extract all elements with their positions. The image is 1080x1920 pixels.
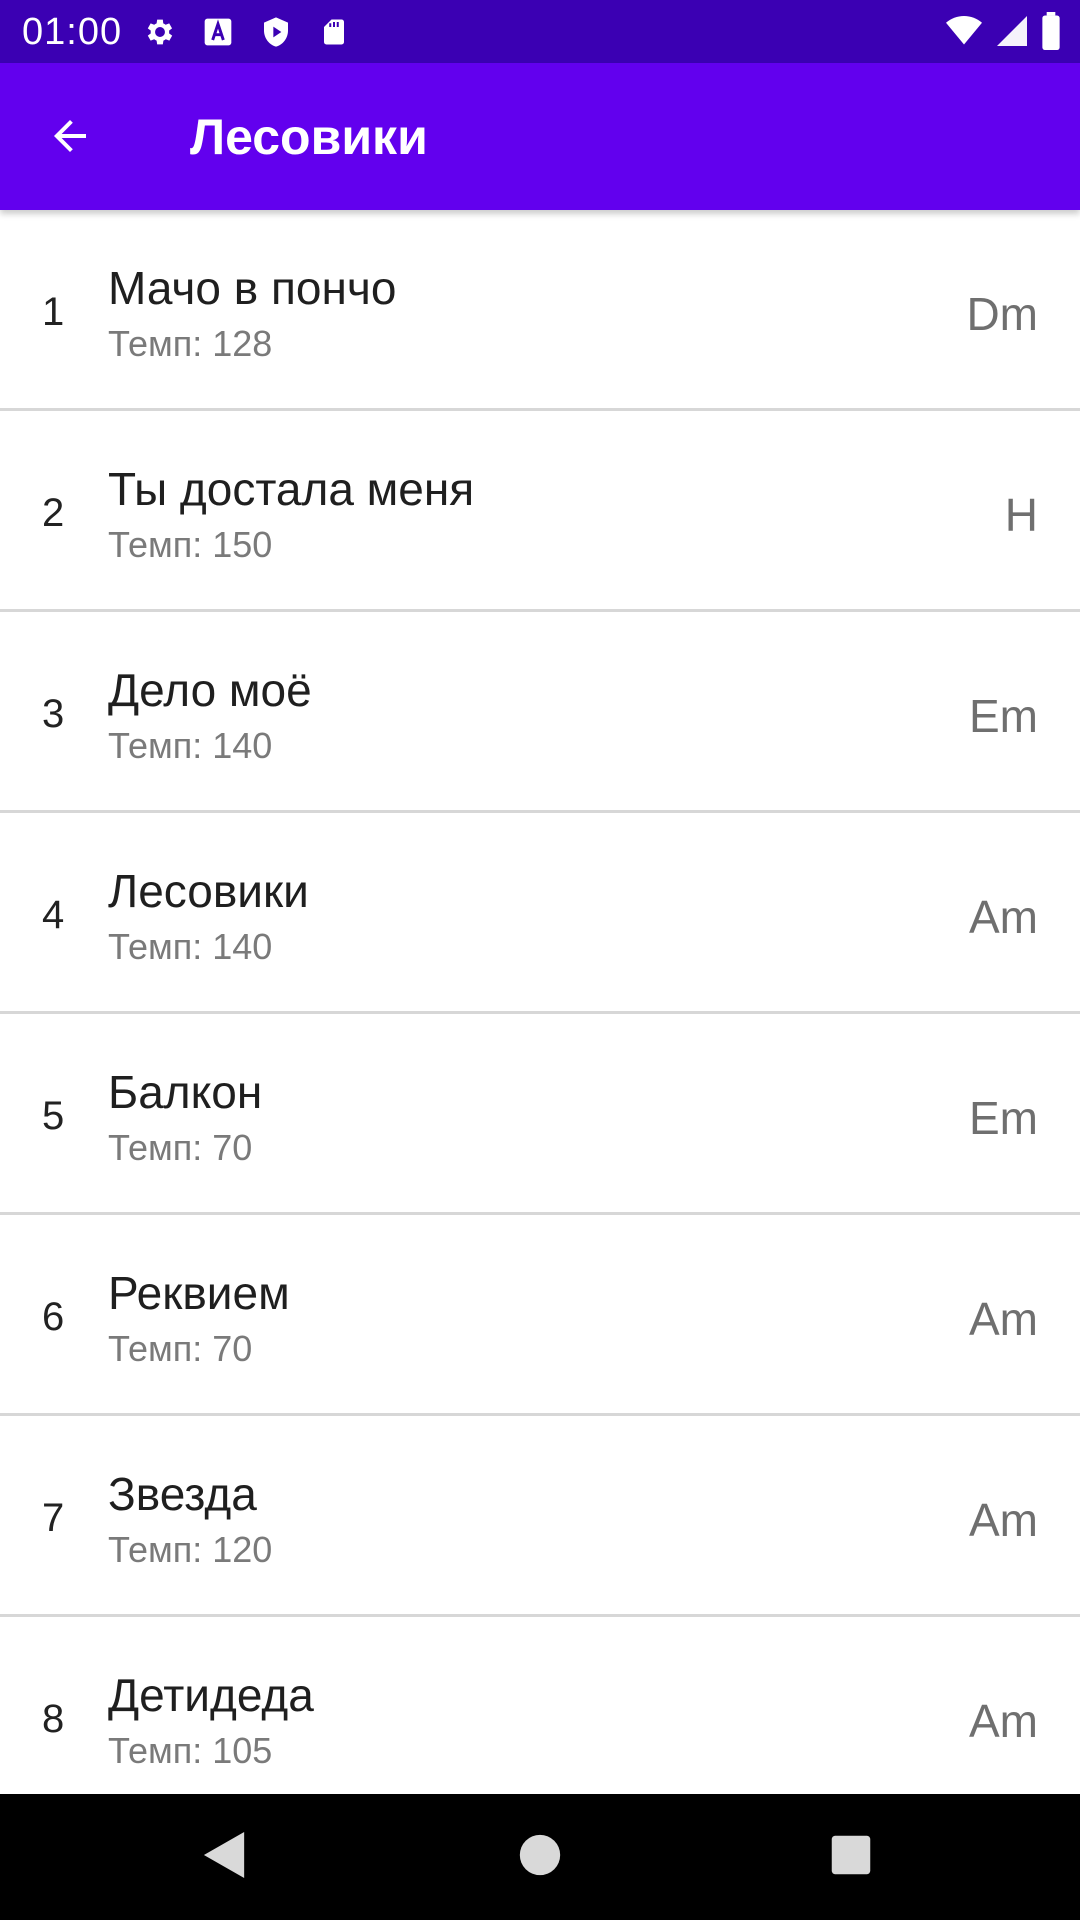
back-triangle-icon [202,1830,248,1885]
song-number: 3 [42,692,65,736]
song-key: Am [969,1695,1038,1747]
page-title: Лесовики [190,109,428,165]
back-button[interactable] [30,103,110,173]
signal-icon [994,13,1030,54]
song-title: Дело моё [108,664,312,716]
list-item[interactable]: 8 Детидеда Темп: 105 Am [0,1617,1080,1794]
song-number: 1 [42,290,65,334]
list-item[interactable]: 2 Ты достала меня Темп: 150 H [0,411,1080,612]
nav-recents-button[interactable] [821,1827,881,1887]
status-time: 01:00 [22,11,123,53]
wifi-icon [944,13,984,54]
song-key: Em [969,1092,1038,1144]
song-tempo: Темп: 70 [108,1328,253,1369]
song-tempo: Темп: 120 [108,1529,273,1570]
arrow-left-icon [46,112,94,165]
list-item[interactable]: 6 Реквием Темп: 70 Am [0,1215,1080,1416]
battery-icon [1040,12,1062,55]
song-number: 4 [42,893,65,937]
list-item[interactable]: 3 Дело моё Темп: 140 Em [0,612,1080,813]
song-title: Балкон [108,1066,263,1118]
song-key: Am [969,1494,1038,1546]
song-number: 7 [42,1496,65,1540]
song-tempo: Темп: 105 [108,1730,273,1771]
song-title: Звезда [108,1468,257,1520]
song-title: Мачо в пончо [108,262,397,314]
app-bar: Лесовики [0,63,1080,210]
recents-square-icon [830,1834,872,1881]
song-key: Dm [966,288,1038,340]
song-list[interactable]: 1 Мачо в пончо Темп: 128 Dm 2 Ты достала… [0,210,1080,1794]
song-key: Am [969,1293,1038,1345]
song-key: Am [969,891,1038,943]
nav-home-button[interactable] [510,1827,570,1887]
status-icons-left [140,12,354,52]
song-tempo: Темп: 140 [108,725,273,766]
song-key: Em [969,690,1038,742]
list-item[interactable]: 1 Мачо в пончо Темп: 128 Dm [0,210,1080,411]
song-title: Реквием [108,1267,290,1319]
sd-card-icon [314,12,354,52]
song-number: 8 [42,1697,65,1741]
song-number: 6 [42,1295,65,1339]
song-tempo: Темп: 150 [108,524,273,565]
font-a-icon [198,12,238,52]
shield-play-icon [256,12,296,52]
list-item[interactable]: 7 Звезда Темп: 120 Am [0,1416,1080,1617]
song-title: Детидеда [108,1669,314,1721]
list-item[interactable]: 4 Лесовики Темп: 140 Am [0,813,1080,1014]
song-title: Лесовики [108,865,309,917]
song-key: H [1004,489,1038,541]
nav-back-button[interactable] [195,1827,255,1887]
song-tempo: Темп: 128 [108,323,273,364]
song-tempo: Темп: 140 [108,926,273,967]
status-bar: 01:00 [0,0,1080,63]
status-icons-right [944,12,1062,55]
song-number: 2 [42,491,65,535]
list-item[interactable]: 5 Балкон Темп: 70 Em [0,1014,1080,1215]
gear-icon [140,12,180,52]
song-title: Ты достала меня [108,463,475,515]
home-circle-icon [518,1833,562,1882]
song-number: 5 [42,1094,65,1138]
system-nav-bar [0,1794,1080,1920]
song-tempo: Темп: 70 [108,1127,253,1168]
